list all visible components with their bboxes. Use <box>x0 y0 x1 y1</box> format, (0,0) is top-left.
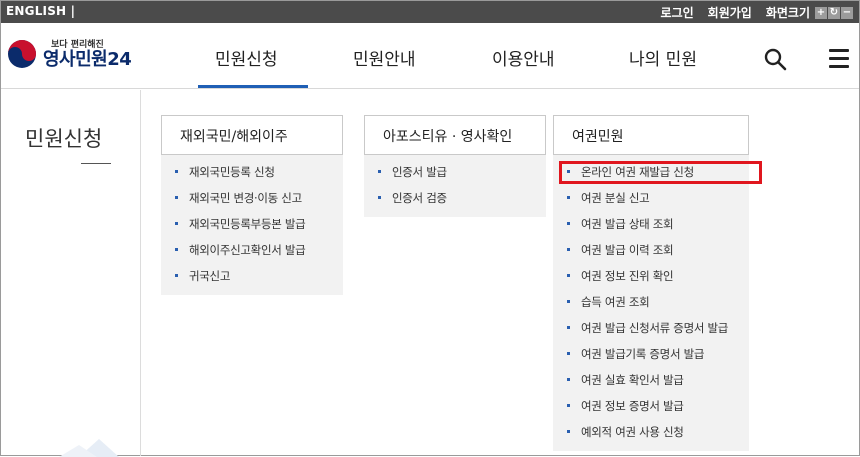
bullet-icon <box>567 248 570 251</box>
screen-size-label: 화면크기 <box>765 6 810 20</box>
bullet-icon <box>567 404 570 407</box>
bullet-icon <box>567 274 570 277</box>
list-item[interactable]: 재외국민등록부등본 발급 <box>161 211 343 237</box>
sidebar-divider <box>140 90 141 456</box>
active-nav-indicator <box>198 85 308 88</box>
page-title: 민원신청 <box>25 127 103 151</box>
highlight-box <box>559 161 762 184</box>
column-list: 인증서 발급 인증서 검증 <box>364 155 546 217</box>
bullet-icon <box>567 378 570 381</box>
bullet-icon <box>175 196 178 199</box>
bullet-icon <box>567 352 570 355</box>
bullet-icon <box>175 222 178 225</box>
menu-hamburger-icon[interactable] <box>829 49 849 68</box>
list-item[interactable]: 재외국민 변경·이동 신고 <box>161 185 343 211</box>
zoom-in-button[interactable]: + <box>815 6 827 19</box>
list-item[interactable]: 귀국신고 <box>161 263 343 289</box>
taegeuk-emblem-icon <box>8 39 36 68</box>
nav-item-civil-guide[interactable]: 민원안내 <box>353 45 416 70</box>
login-link[interactable]: 로그인 <box>661 4 694 21</box>
list-item[interactable]: 여권 발급기록 증명서 발급 <box>553 341 749 367</box>
list-item[interactable]: 습득 여권 조회 <box>553 289 749 315</box>
nav-item-my-civil[interactable]: 나의 민원 <box>629 45 697 70</box>
menu-column-apostille: 아포스티유 · 영사확인 인증서 발급 인증서 검증 <box>364 115 546 217</box>
list-item[interactable]: 재외국민등록 신청 <box>161 159 343 185</box>
bullet-icon <box>378 170 381 173</box>
list-item[interactable]: 여권 분실 신고 <box>553 185 749 211</box>
zoom-reset-button[interactable]: ↻ <box>828 6 840 19</box>
list-item[interactable]: 여권 발급 신청서류 증명서 발급 <box>553 315 749 341</box>
bullet-icon <box>567 430 570 433</box>
list-item[interactable]: 인증서 발급 <box>364 159 546 185</box>
bullet-icon <box>378 196 381 199</box>
list-item[interactable]: 여권 실효 확인서 발급 <box>553 367 749 393</box>
list-item[interactable]: 여권 정보 진위 확인 <box>553 263 749 289</box>
list-item[interactable]: 여권 발급 이력 조회 <box>553 237 749 263</box>
nav-item-usage-guide[interactable]: 이용안내 <box>492 45 555 70</box>
title-underline <box>81 163 111 164</box>
list-item[interactable]: 예외적 여권 사용 신청 <box>553 419 749 445</box>
column-heading[interactable]: 여권민원 <box>553 115 749 155</box>
column-list: 온라인 여권 재발급 신청 여권 분실 신고 여권 발급 상태 조회 여권 발급… <box>553 155 749 451</box>
nav-item-civil-application[interactable]: 민원신청 <box>215 45 278 70</box>
list-item[interactable]: 여권 정보 증명서 발급 <box>553 393 749 419</box>
bullet-icon <box>175 248 178 251</box>
list-item[interactable]: 해외이주신고확인서 발급 <box>161 237 343 263</box>
logo-text: 보다 편리해진 영사민원24 <box>43 37 132 70</box>
bullet-icon <box>567 300 570 303</box>
bullet-icon <box>567 326 570 329</box>
bullet-icon <box>175 274 178 277</box>
site-header: 보다 편리해진 영사민원24 민원신청 민원안내 이용안내 나의 민원 <box>1 23 859 89</box>
utility-links: 로그인 회원가입 화면크기 + ↻ − <box>647 4 853 21</box>
column-list: 재외국민등록 신청 재외국민 변경·이동 신고 재외국민등록부등본 발급 해외이… <box>161 155 343 295</box>
bullet-icon <box>175 170 178 173</box>
signup-link[interactable]: 회원가입 <box>708 4 752 21</box>
search-icon[interactable] <box>763 47 787 71</box>
zoom-controls: + ↻ − <box>814 6 853 19</box>
language-link-english[interactable]: ENGLISH | <box>6 4 75 18</box>
decorative-graphic-icon <box>59 439 119 457</box>
menu-column-overseas-nationals: 재외국민/해외이주 재외국민등록 신청 재외국민 변경·이동 신고 재외국민등록… <box>161 115 343 295</box>
top-utility-bar: ENGLISH | 로그인 회원가입 화면크기 + ↻ − <box>1 1 859 23</box>
zoom-out-button[interactable]: − <box>841 6 853 19</box>
list-item[interactable]: 인증서 검증 <box>364 185 546 211</box>
bullet-icon <box>567 222 570 225</box>
list-item[interactable]: 여권 발급 상태 조회 <box>553 211 749 237</box>
column-heading[interactable]: 재외국민/해외이주 <box>161 115 343 155</box>
column-heading[interactable]: 아포스티유 · 영사확인 <box>364 115 546 155</box>
logo-title: 영사민원24 <box>43 49 132 70</box>
bullet-icon <box>567 196 570 199</box>
site-logo[interactable]: 보다 편리해진 영사민원24 <box>7 37 132 70</box>
